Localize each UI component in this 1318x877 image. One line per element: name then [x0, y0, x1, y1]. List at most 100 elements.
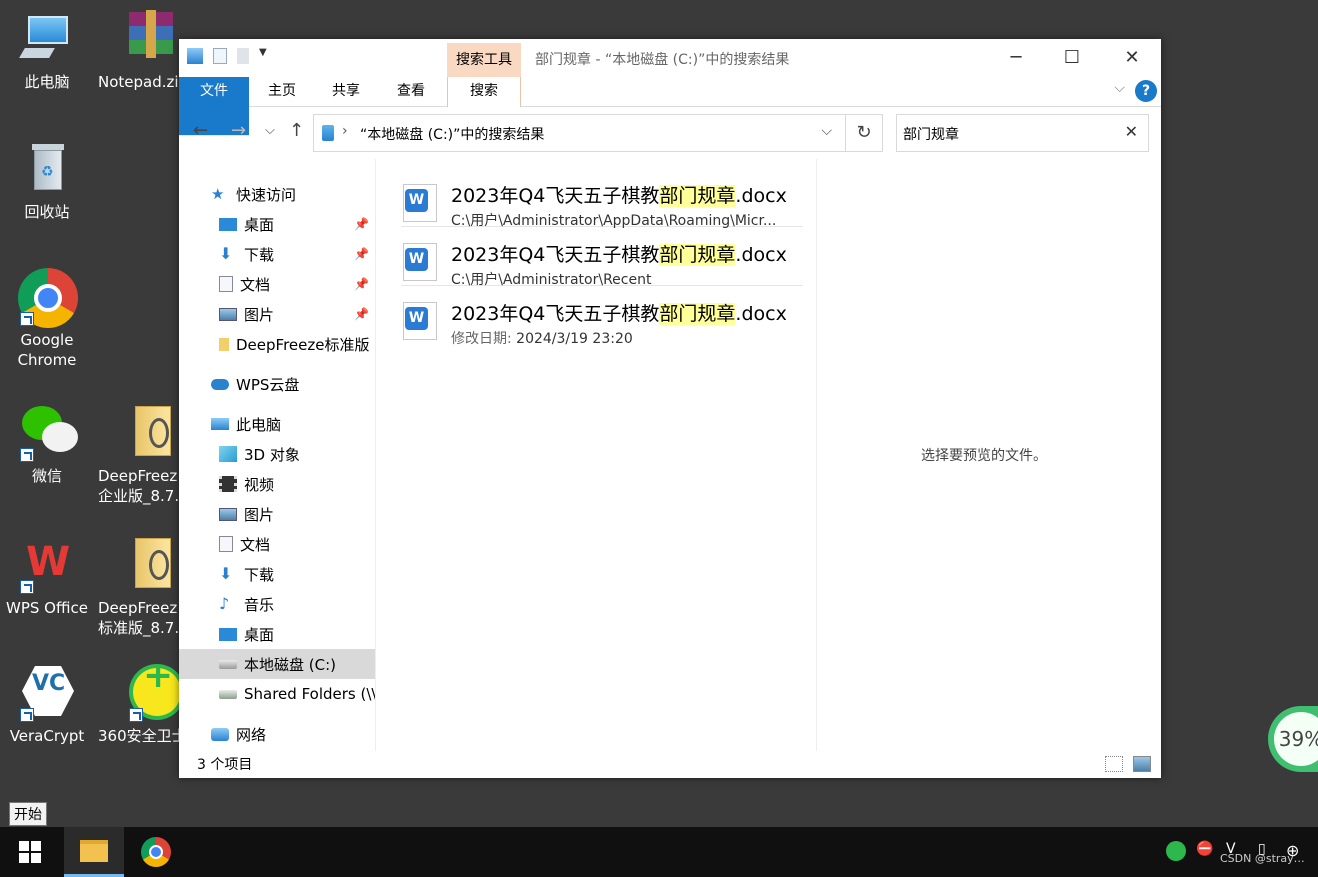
address-bar[interactable]: › “本地磁盘 (C:)”中的搜索结果 ⌵	[313, 114, 883, 152]
search-input-value[interactable]: 部门规章	[903, 124, 959, 144]
address-dropdown-icon[interactable]: ⌵	[821, 123, 832, 139]
customize-toolbar-icon[interactable]: ▼	[259, 47, 269, 65]
tab-home[interactable]: 主页	[257, 77, 307, 107]
sidebar-item-label: 3D 对象	[244, 445, 300, 464]
sidebar-item-label: 下载	[244, 565, 275, 584]
search-location-icon	[322, 125, 334, 141]
sidebar-item-documents-pinned[interactable]: 文档 📌	[179, 269, 375, 299]
preview-pane-divider[interactable]	[816, 159, 817, 751]
desktop-icon-label: WPS Office	[6, 599, 88, 617]
desktop-icon-google-chrome[interactable]: Google Chrome	[1, 268, 93, 370]
tab-view[interactable]: 查看	[386, 77, 436, 107]
title-bar: ▼ 搜索工具 部门规章 - “本地磁盘 (C:)”中的搜索结果 ─ ☐ ✕	[179, 39, 1161, 77]
sidebar-item-shared-folders[interactable]: Shared Folders (\\	[179, 679, 375, 709]
taskbar-file-explorer[interactable]	[64, 827, 124, 877]
search-result-item[interactable]: W 2023年Q4飞天五子棋教部门规章.docx 修改日期: 2024/3/19…	[401, 286, 803, 347]
desktop-icon-label: Notepad.zip	[98, 73, 180, 91]
sidebar-item-videos[interactable]: 视频	[179, 469, 375, 499]
wps-logo-icon: W	[405, 189, 428, 212]
sidebar-item-this-pc[interactable]: 此电脑	[179, 409, 375, 439]
file-name: 2023年Q4飞天五子棋教部门规章.docx	[451, 185, 787, 207]
sidebar-item-label: 下载	[244, 245, 275, 264]
sidebar-item-network[interactable]: 网络	[179, 719, 375, 749]
new-folder-icon[interactable]	[237, 48, 249, 64]
sidebar-item-wps-cloud[interactable]: WPS云盘	[179, 369, 375, 399]
file-explorer-window: ▼ 搜索工具 部门规章 - “本地磁盘 (C:)”中的搜索结果 ─ ☐ ✕ 文件…	[179, 39, 1161, 778]
sidebar-item-pictures[interactable]: 图片	[179, 499, 375, 529]
desktop-icon-deepfreeze-standard[interactable]: DeepFreez 标准版_8.7...	[96, 536, 188, 638]
properties-icon[interactable]	[213, 48, 227, 64]
computer-icon	[211, 418, 229, 430]
sidebar-item-label: Shared Folders (\\	[244, 685, 375, 703]
up-button[interactable]: ↑	[289, 120, 304, 141]
wps-document-icon: W	[403, 243, 437, 281]
sidebar-item-desktop-pinned[interactable]: 桌面 📌	[179, 209, 375, 239]
preview-pane-message: 选择要预览的文件。	[921, 448, 1047, 464]
sidebar-item-deepfreeze-folder[interactable]: DeepFreeze标准版	[179, 329, 375, 359]
desktop-icon-deepfreeze-enterprise[interactable]: DeepFreez 企业版_8.7...	[96, 404, 188, 506]
minimize-button[interactable]: ─	[987, 39, 1045, 75]
watermark: CSDN @stray…	[1220, 852, 1305, 865]
start-button[interactable]	[0, 827, 60, 877]
desktop-icon-this-pc[interactable]: 此电脑	[1, 10, 93, 92]
sidebar-item-label: 桌面	[244, 215, 275, 234]
clear-search-button[interactable]: ✕	[1125, 122, 1138, 141]
large-icons-view-button[interactable]	[1133, 756, 1151, 772]
network-icon	[211, 727, 229, 741]
desktop-icon-label: 此电脑	[24, 73, 70, 91]
breadcrumb-separator-icon[interactable]: ›	[342, 123, 348, 139]
expand-ribbon-chevron-icon[interactable]: ⌵	[1114, 80, 1125, 96]
sidebar-item-label: 图片	[244, 505, 275, 524]
search-input[interactable]: 部门规章 ✕	[896, 114, 1149, 152]
search-tools-context-label: 搜索工具	[447, 43, 521, 77]
zip-folder-icon	[113, 536, 171, 594]
sidebar-item-documents[interactable]: 文档	[179, 529, 375, 559]
pin-icon[interactable]: 📌	[354, 277, 369, 291]
desktop-icon-notepad-zip[interactable]: Notepad.zip	[96, 10, 188, 92]
sidebar-item-3d-objects[interactable]: 3D 对象	[179, 439, 375, 469]
help-button[interactable]: ?	[1135, 80, 1157, 102]
desktop-icon	[219, 627, 237, 641]
back-button[interactable]: ←	[193, 120, 208, 141]
search-result-item[interactable]: W 2023年Q4飞天五子棋教部门规章.docx C:\用户\Administr…	[401, 227, 803, 288]
file-name: 2023年Q4飞天五子棋教部门规章.docx	[451, 244, 787, 266]
pane-divider[interactable]	[375, 159, 376, 751]
sidebar-item-label: 文档	[240, 275, 271, 294]
sidebar-item-desktop[interactable]: 桌面	[179, 619, 375, 649]
desktop-icon-wechat[interactable]: 微信	[1, 404, 93, 486]
performance-gauge-widget[interactable]: 39%	[1268, 706, 1318, 772]
details-view-button[interactable]	[1105, 756, 1123, 772]
sidebar-item-pictures-pinned[interactable]: 图片 📌	[179, 299, 375, 329]
sidebar-item-downloads-pinned[interactable]: ⬇ 下载 📌	[179, 239, 375, 269]
search-match-highlight: 部门规章	[659, 185, 736, 207]
tab-share[interactable]: 共享	[321, 77, 371, 107]
pin-icon[interactable]: 📌	[354, 307, 369, 321]
close-button[interactable]: ✕	[1103, 39, 1161, 75]
refresh-button[interactable]: ↻	[845, 114, 883, 152]
desktop-icon-wps-office[interactable]: W WPS Office	[1, 536, 93, 618]
forward-button[interactable]: →	[231, 120, 246, 141]
zip-folder-icon	[113, 404, 171, 462]
sidebar-item-quick-access[interactable]: ★ 快速访问	[179, 179, 375, 209]
security-alert-tray-icon[interactable]: ⛔	[1196, 841, 1216, 861]
sidebar-item-music[interactable]: ♪ 音乐	[179, 589, 375, 619]
maximize-button[interactable]: ☐	[1043, 39, 1101, 75]
file-modified-date: 修改日期: 2024/3/19 23:20	[451, 331, 633, 347]
pin-icon[interactable]: 📌	[354, 217, 369, 231]
desktop-icon-360-security[interactable]: + 360安全卫士	[96, 658, 188, 746]
search-result-item[interactable]: W 2023年Q4飞天五子棋教部门规章.docx C:\用户\Administr…	[401, 168, 803, 229]
pin-icon[interactable]: 📌	[354, 247, 369, 261]
shortcut-arrow-icon	[20, 312, 34, 326]
desktop-icon-recycle-bin[interactable]: ♻ 回收站	[1, 140, 93, 222]
360-tray-icon[interactable]	[1166, 841, 1186, 861]
taskbar-chrome[interactable]	[126, 827, 186, 877]
desktop-icon-veracrypt[interactable]: VC VeraCrypt	[1, 664, 93, 746]
sidebar-item-downloads[interactable]: ⬇ 下载	[179, 559, 375, 589]
veracrypt-icon: VC	[18, 664, 76, 722]
sidebar-item-label: 此电脑	[236, 415, 282, 434]
sidebar-item-local-disk-c[interactable]: 本地磁盘 (C:)	[179, 649, 375, 679]
desktop-icon-label-line2: 企业版_8.7...	[98, 487, 180, 505]
recent-locations-chevron-icon[interactable]: ⌵	[265, 123, 275, 138]
tab-search[interactable]: 搜索	[447, 77, 521, 107]
breadcrumb[interactable]: “本地磁盘 (C:)”中的搜索结果	[360, 124, 544, 144]
